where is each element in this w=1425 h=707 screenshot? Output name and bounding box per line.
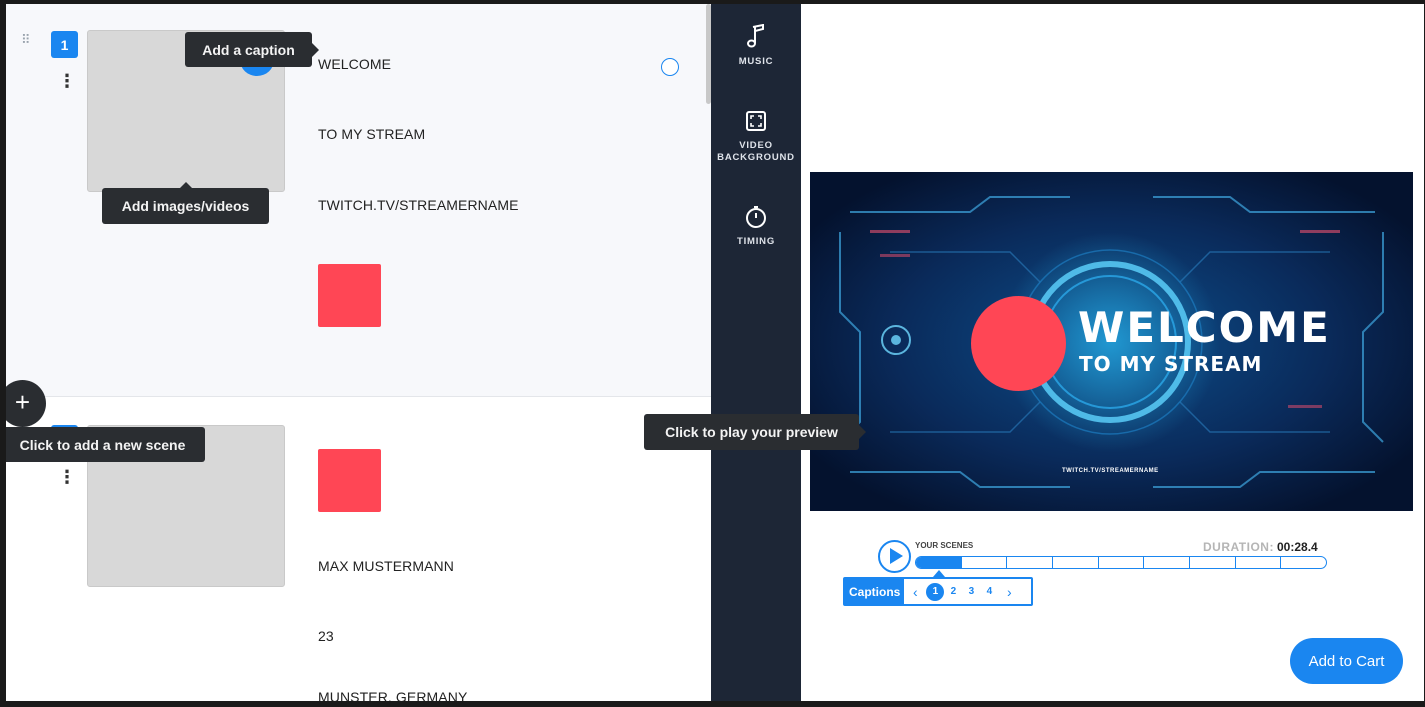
- caption-page-1[interactable]: 1: [926, 582, 945, 601]
- music-tool[interactable]: MUSIC: [711, 24, 801, 68]
- timeline-segment[interactable]: [1099, 557, 1145, 568]
- scene-options-icon[interactable]: ⋮: [58, 468, 76, 488]
- timeline-segment[interactable]: [1053, 557, 1099, 568]
- scene-editor: ⠿ 1 ⋮ WELCOME TO MY STREAM TWITCH.TV/STR…: [6, 4, 711, 701]
- app-frame: ⠿ 1 ⋮ WELCOME TO MY STREAM TWITCH.TV/STR…: [6, 4, 1424, 701]
- caption-page-4[interactable]: 4: [980, 583, 998, 601]
- caption-text[interactable]: TO MY STREAM: [318, 126, 425, 142]
- video-title: WELCOME: [1078, 303, 1331, 352]
- tool-label: MUSIC: [738, 56, 774, 67]
- timeline-segment[interactable]: [916, 557, 962, 568]
- duration-label: DURATION:: [1203, 540, 1274, 554]
- video-url: TWITCH.TV/STREAMERNAME: [1062, 468, 1159, 474]
- chevron-right-icon[interactable]: ›: [998, 584, 1020, 600]
- tool-label: TIMING: [736, 236, 776, 247]
- add-caption-tooltip: Add a caption: [185, 32, 319, 67]
- play-icon[interactable]: [878, 540, 911, 573]
- drag-handle-icon[interactable]: ⠿: [21, 33, 33, 46]
- timeline-segment[interactable]: [962, 557, 1008, 568]
- caption-text[interactable]: WELCOME: [318, 56, 391, 72]
- caption-pages: 1234: [926, 582, 998, 601]
- timeline-segment[interactable]: [1236, 557, 1282, 568]
- timeline-segment[interactable]: [1190, 557, 1236, 568]
- caption-text[interactable]: MAX MUSTERMANN: [318, 558, 454, 574]
- scene-timeline[interactable]: [915, 556, 1327, 569]
- preview-panel: WELCOME TO MY STREAM TWITCH.TV/STREAMERN…: [801, 4, 1424, 701]
- scene-number-badge: 1: [51, 31, 78, 58]
- music-note-icon: [711, 24, 801, 50]
- timing-tool[interactable]: TIMING: [711, 204, 801, 248]
- caption-text[interactable]: TWITCH.TV/STREAMERNAME: [318, 197, 519, 213]
- scene-options-icon[interactable]: ⋮: [58, 72, 76, 92]
- timeline-segment[interactable]: [1144, 557, 1191, 568]
- side-toolbar: MUSIC VIDEO BACKGROUND TIMING: [711, 4, 801, 701]
- caption-text[interactable]: 23: [318, 628, 334, 644]
- scene-select-radio[interactable]: [661, 58, 679, 76]
- caption-text[interactable]: MUNSTER, GERMANY: [318, 689, 467, 701]
- stopwatch-icon: [711, 204, 801, 230]
- captions-pager: Captions ‹ 1234 ›: [843, 577, 1033, 606]
- video-preview[interactable]: WELCOME TO MY STREAM TWITCH.TV/STREAMERN…: [810, 172, 1413, 511]
- duration-value: 00:28.4: [1277, 540, 1318, 554]
- add-to-cart-button[interactable]: Add to Cart: [1290, 638, 1403, 684]
- caption-page-2[interactable]: 2: [944, 583, 962, 601]
- tool-label: VIDEO BACKGROUND: [717, 140, 795, 163]
- color-swatch[interactable]: [318, 449, 381, 512]
- timeline-segment[interactable]: [1281, 557, 1326, 568]
- color-swatch[interactable]: [318, 264, 381, 327]
- video-background-tool[interactable]: VIDEO BACKGROUND: [711, 108, 801, 164]
- your-scenes-label: YOUR SCENES: [915, 541, 974, 550]
- chevron-left-icon[interactable]: ‹: [904, 584, 926, 600]
- fullscreen-icon: [711, 108, 801, 134]
- timeline-pointer: [933, 570, 945, 577]
- captions-label: Captions: [845, 579, 905, 604]
- timeline-segment[interactable]: [1007, 557, 1054, 568]
- play-preview-tooltip: Click to play your preview: [644, 414, 866, 450]
- logo-placeholder-dot: [971, 296, 1066, 391]
- video-subtitle: TO MY STREAM: [1079, 352, 1263, 376]
- add-scene-tooltip: Click to add a new scene: [6, 427, 205, 462]
- caption-page-3[interactable]: 3: [962, 583, 980, 601]
- add-media-tooltip: Add images/videos: [102, 182, 269, 224]
